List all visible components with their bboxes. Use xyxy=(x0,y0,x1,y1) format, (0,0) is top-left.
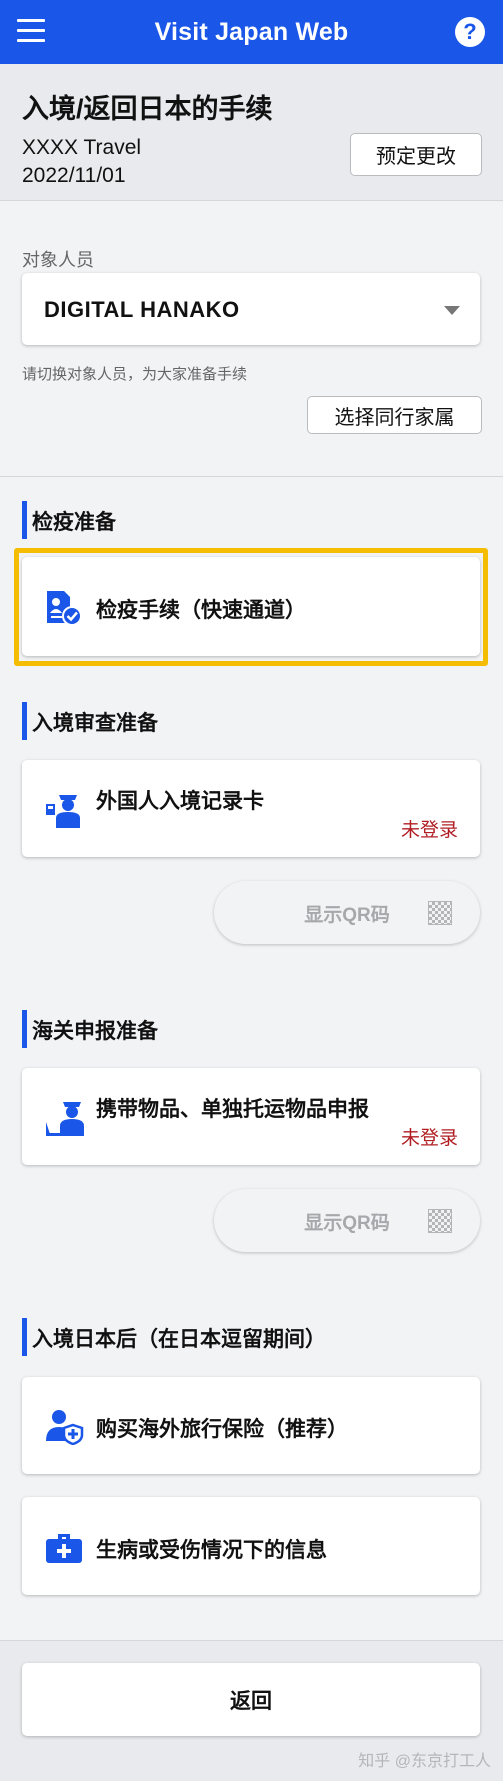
person-label: 对象人员 xyxy=(22,250,94,270)
page-title: 入境/返回日本的手续 xyxy=(22,94,273,124)
status-badge: 未登录 xyxy=(400,820,458,841)
change-plan-button[interactable]: 预定更改 xyxy=(350,133,482,176)
immigration-card-label: 外国人入境记录卡 xyxy=(96,790,264,813)
footer: 返回 知乎 @东京打工人 xyxy=(0,1640,503,1781)
qr-code-icon xyxy=(428,1209,452,1233)
section-title-customs: 海关申报准备 xyxy=(22,1010,158,1048)
section-accent-bar xyxy=(22,1010,27,1048)
trip-date: 2022/11/01 xyxy=(22,164,126,187)
section-title-text: 入境审查准备 xyxy=(32,712,158,735)
app-title: Visit Japan Web xyxy=(154,17,349,46)
app-header: Visit Japan Web ? xyxy=(0,0,503,64)
customs-officer-icon xyxy=(46,1102,84,1136)
section-title-after-entry: 入境日本后（在日本逗留期间） xyxy=(22,1318,326,1356)
show-qr-button-immigration[interactable]: 显示QR码 xyxy=(214,881,480,944)
section-title-quarantine: 检疫准备 xyxy=(22,501,116,539)
trip-name: XXXX Travel xyxy=(22,136,142,159)
insurance-person-shield-icon xyxy=(46,1410,84,1445)
back-button[interactable]: 返回 xyxy=(22,1663,480,1736)
person-hint: 请切换对象人员，为大家准备手续 xyxy=(22,366,248,383)
customs-card-label: 携带物品、单独托运物品申报 xyxy=(96,1098,369,1121)
immigration-officer-icon xyxy=(46,795,80,828)
section-divider xyxy=(0,476,503,477)
quarantine-card[interactable]: 检疫手续（快速通道） xyxy=(22,557,480,656)
section-title-text: 检疫准备 xyxy=(32,511,116,534)
section-accent-bar xyxy=(22,1318,27,1356)
section-accent-bar xyxy=(22,702,27,740)
menu-icon[interactable] xyxy=(17,19,45,43)
medical-kit-icon xyxy=(46,1534,82,1563)
customs-card[interactable]: 携带物品、单独托运物品申报 未登录 xyxy=(22,1068,480,1165)
section-title-text: 入境日本后（在日本逗留期间） xyxy=(32,1328,326,1351)
medical-info-card-label: 生病或受伤情况下的信息 xyxy=(96,1539,327,1562)
quarantine-card-label: 检疫手续（快速通道） xyxy=(96,599,306,622)
chevron-down-icon xyxy=(444,306,460,315)
select-family-button[interactable]: 选择同行家属 xyxy=(307,396,482,434)
quarantine-document-icon xyxy=(47,591,82,626)
immigration-card[interactable]: 外国人入境记录卡 未登录 xyxy=(22,760,480,857)
help-icon[interactable]: ? xyxy=(455,17,485,47)
status-badge: 未登录 xyxy=(400,1128,458,1149)
section-accent-bar xyxy=(22,501,27,539)
medical-info-card[interactable]: 生病或受伤情况下的信息 xyxy=(22,1497,480,1595)
insurance-card[interactable]: 购买海外旅行保险（推荐） xyxy=(22,1377,480,1474)
person-select[interactable]: DIGITAL HANAKO xyxy=(22,273,480,345)
trip-summary: 入境/返回日本的手续 XXXX Travel 2022/11/01 预定更改 xyxy=(0,64,503,201)
qr-code-icon xyxy=(428,901,452,925)
show-qr-button-customs[interactable]: 显示QR码 xyxy=(214,1189,480,1252)
person-selected-value: DIGITAL HANAKO xyxy=(44,297,240,322)
watermark: 知乎 @东京打工人 xyxy=(358,1753,491,1770)
insurance-card-label: 购买海外旅行保险（推荐） xyxy=(96,1418,348,1441)
section-title-immigration: 入境审查准备 xyxy=(22,702,158,740)
section-title-text: 海关申报准备 xyxy=(32,1020,158,1043)
